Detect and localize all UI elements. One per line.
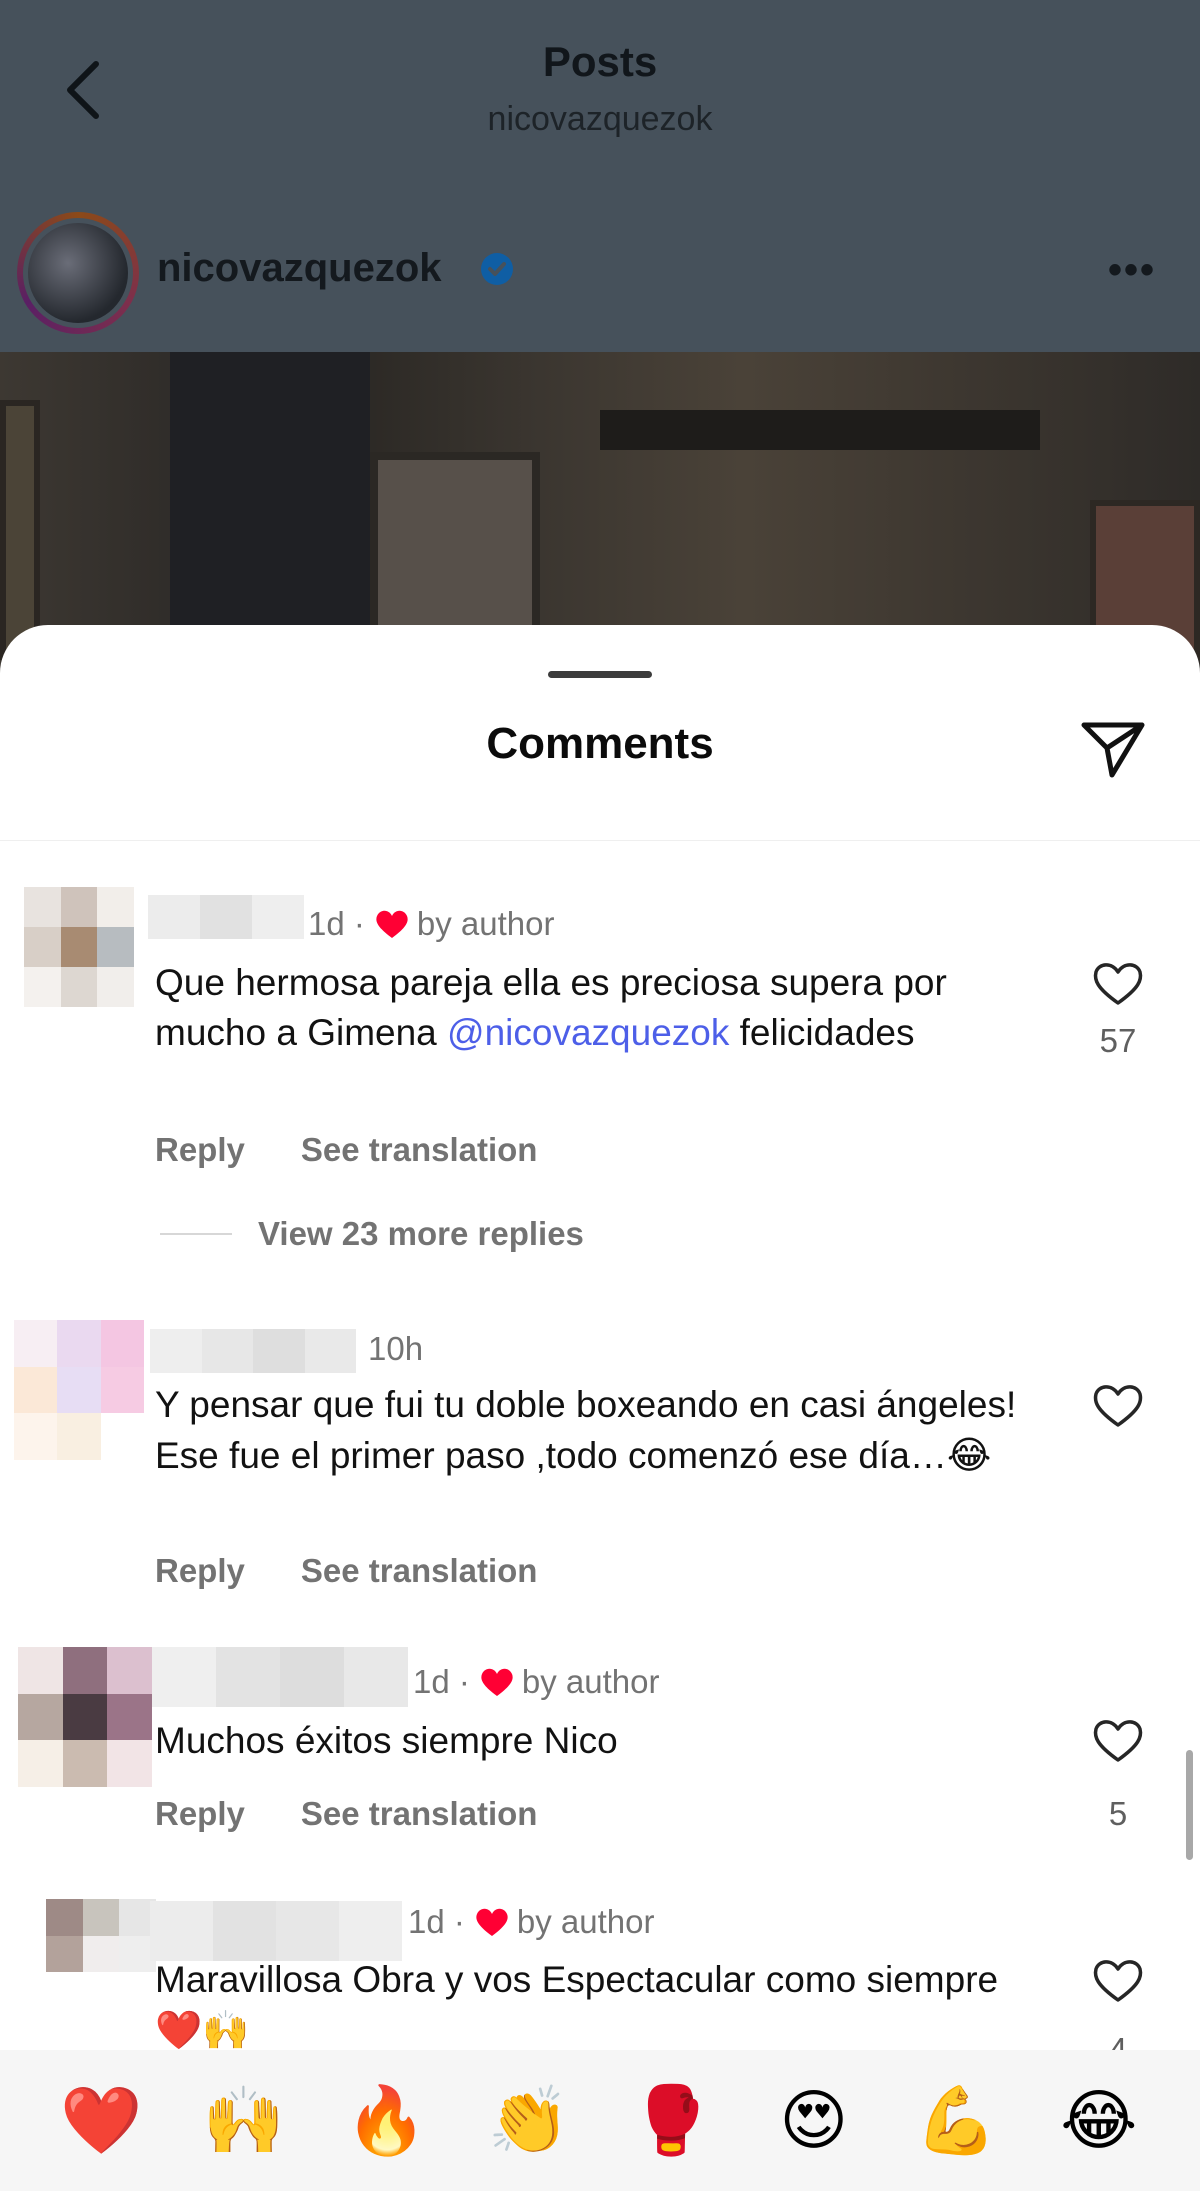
comment-time: 10h — [368, 1330, 424, 1367]
reply-button[interactable]: Reply — [155, 1131, 245, 1169]
comment-text: Que hermosa pareja ella es preciosa supe… — [155, 962, 947, 1053]
comment-meta: 1d · by author — [308, 905, 555, 942]
heart-filled-icon — [376, 910, 408, 938]
see-translation-button[interactable]: See translation — [301, 1795, 538, 1833]
like-count: 5 — [1108, 1795, 1128, 1832]
comment-time: 1d — [308, 905, 345, 942]
view-replies-button[interactable]: View 23 more replies — [160, 1215, 584, 1253]
scrollbar[interactable] — [1186, 1750, 1193, 1860]
heart-filled-icon — [476, 1908, 508, 1936]
comment-meta: 10h — [368, 1330, 423, 1368]
post-header: Posts nicovazquezok nicovazquezok ••• — [0, 0, 1200, 352]
divider — [0, 840, 1200, 841]
sheet-title: Comments — [486, 719, 714, 768]
raising-hands-emoji-button[interactable]: 🙌 — [198, 2087, 290, 2154]
story-avatar[interactable] — [17, 212, 139, 334]
commenter-avatar[interactable] — [14, 1320, 144, 1460]
commenter-username-blurred[interactable] — [150, 1329, 356, 1373]
comment-text: Muchos éxitos siempre Nico — [155, 1720, 618, 1761]
comment-actions: Reply See translation — [155, 1552, 537, 1590]
see-translation-button[interactable]: See translation — [301, 1552, 538, 1590]
boxing-glove-emoji-button[interactable]: 🥊 — [625, 2087, 717, 2154]
like-count: 57 — [1099, 1022, 1137, 1059]
laughing-emoji-button[interactable]: 😂 — [1053, 2087, 1145, 2154]
commenter-avatar[interactable] — [24, 887, 134, 1007]
red-heart-emoji-button[interactable]: ❤️ — [55, 2087, 147, 2154]
fire-emoji-button[interactable]: 🔥 — [340, 2087, 432, 2154]
comments-sheet: Comments 1d · by author Que hermosa pare… — [0, 625, 1200, 2191]
heart-outline-icon[interactable] — [1092, 1717, 1144, 1763]
wall-frame — [0, 400, 40, 660]
by-author-label: by author — [516, 1903, 655, 1940]
commenter-username-blurred[interactable] — [150, 1901, 402, 1961]
like-count: 4 — [1070, 2035, 1166, 2051]
comment-actions: Reply See translation — [155, 1795, 537, 1833]
heart-outline-icon[interactable] — [1092, 960, 1144, 1006]
see-translation-button[interactable]: See translation — [301, 1131, 538, 1169]
commenter-username-blurred[interactable] — [148, 895, 304, 939]
paper-plane-icon[interactable] — [1078, 715, 1148, 781]
by-author-label: by author — [521, 1663, 660, 1700]
mention-link[interactable]: @nicovazquezok — [447, 1012, 729, 1053]
avatar-image — [23, 218, 133, 328]
by-author-label: by author — [416, 905, 555, 942]
commenter-avatar[interactable] — [46, 1899, 156, 2009]
replies-line — [160, 1233, 232, 1235]
comment-actions: Reply See translation — [155, 1131, 537, 1169]
commenter-avatar[interactable] — [18, 1647, 152, 1787]
comment-time: 1d — [408, 1903, 445, 1940]
emoji-reaction-bar: ❤️ 🙌 🔥 👏 🥊 😍 💪 😂 — [0, 2050, 1200, 2191]
comment-meta: 1d · by author — [408, 1903, 655, 1940]
comment-meta: 1d · by author — [413, 1663, 660, 1700]
clapping-emoji-button[interactable]: 👏 — [483, 2087, 575, 2154]
shelf — [600, 410, 1040, 450]
reply-button[interactable]: Reply — [155, 1795, 245, 1833]
reply-button[interactable]: Reply — [155, 1552, 245, 1590]
heart-eyes-emoji-button[interactable]: 😍 — [768, 2087, 860, 2154]
heart-filled-icon — [481, 1668, 513, 1696]
comment-time: 1d — [413, 1663, 450, 1700]
verified-badge-icon — [481, 253, 513, 285]
flexed-biceps-emoji-button[interactable]: 💪 — [910, 2087, 1002, 2154]
commenter-username-blurred[interactable] — [152, 1647, 408, 1707]
comment-text: Maravillosa Obra y vos Espectacular como… — [155, 1959, 999, 2052]
laughing-emoji-icon: 😂 — [946, 1433, 992, 1477]
post-username[interactable]: nicovazquezok — [157, 246, 442, 291]
page-subtitle: nicovazquezok — [487, 100, 713, 138]
heart-outline-icon[interactable] — [1092, 1957, 1144, 2003]
more-horizontal-icon[interactable]: ••• — [1108, 250, 1156, 290]
heart-outline-icon[interactable] — [1092, 1382, 1144, 1428]
comment-text: Y pensar que fui tu doble boxeando en ca… — [155, 1384, 1017, 1477]
heart-hands-emoji-icon: ❤️🙌 — [155, 2008, 250, 2052]
page-title: Posts — [542, 38, 658, 85]
wall-frame — [370, 452, 540, 652]
sheet-drag-handle[interactable] — [548, 671, 652, 678]
